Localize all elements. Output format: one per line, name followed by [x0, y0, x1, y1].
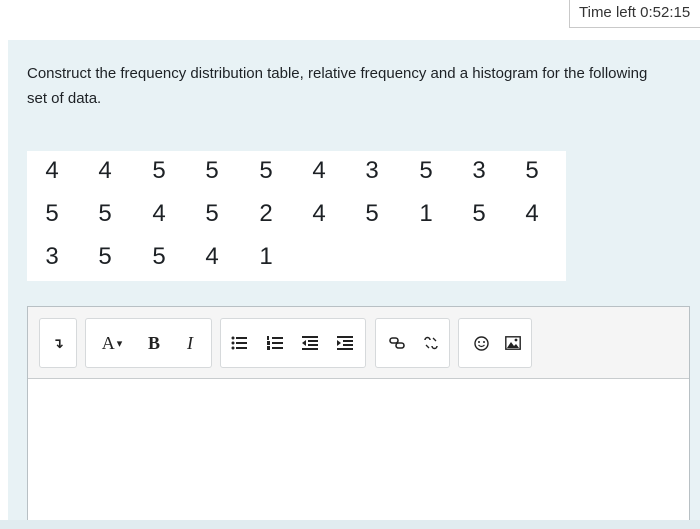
data-value: 4 — [45, 157, 59, 184]
insert-image-button[interactable] — [500, 319, 526, 367]
ordered-list-icon — [267, 336, 283, 350]
answer-text-area[interactable] — [28, 379, 689, 528]
collapse-icon: ↴ — [52, 334, 64, 351]
bold-button[interactable]: B — [141, 319, 167, 367]
toolbar-group — [458, 318, 532, 368]
ordered-list-button[interactable] — [262, 319, 288, 367]
data-value: 1 — [259, 243, 273, 270]
italic-button[interactable]: I — [177, 319, 203, 367]
data-value: 5 — [205, 157, 219, 184]
data-value: 4 — [205, 243, 219, 270]
data-value: 5 — [152, 157, 166, 184]
data-value: 5 — [525, 157, 539, 184]
time-left-label: Time left 0:52:15 — [569, 0, 700, 28]
italic-icon: I — [187, 332, 193, 353]
data-value: 2 — [259, 200, 273, 227]
data-value: 4 — [152, 200, 166, 227]
bold-icon: B — [147, 332, 160, 353]
unordered-list-icon — [231, 336, 247, 350]
collapse-toolbar-button[interactable]: ↴ — [45, 319, 71, 367]
data-value: 4 — [312, 157, 326, 184]
data-value: 4 — [98, 157, 112, 184]
indent-button[interactable] — [332, 319, 358, 367]
data-value: 3 — [45, 243, 59, 270]
outdent-icon — [302, 336, 318, 350]
outdent-button[interactable] — [297, 319, 323, 367]
unlink-icon — [424, 336, 438, 350]
emoji-icon — [473, 335, 489, 351]
data-value: 5 — [205, 200, 219, 227]
toolbar-group: A ▾ B I — [85, 318, 212, 368]
data-value: 5 — [98, 200, 112, 227]
question-text: Construct the frequency distribution tab… — [27, 65, 648, 107]
data-row: 5 5 4 5 2 4 5 1 5 4 — [27, 194, 566, 234]
toolbar-group: ↴ — [39, 318, 77, 368]
paragraph-style-button[interactable]: A ▾ — [92, 319, 132, 367]
data-value: 4 — [312, 200, 326, 227]
font-style-icon: A — [101, 332, 115, 353]
question-panel: Construct the frequency distribution tab… — [8, 40, 700, 529]
data-value: 5 — [45, 200, 59, 227]
editor-toolbar: ↴ A ▾ B I — [28, 307, 689, 379]
data-value: 5 — [419, 157, 433, 184]
unlink-button[interactable] — [418, 319, 444, 367]
data-value: 5 — [365, 200, 379, 227]
emoji-button[interactable] — [468, 319, 494, 367]
data-row: 4 4 5 5 5 4 3 5 3 5 — [27, 151, 566, 191]
data-value: 5 — [152, 243, 166, 270]
indent-icon — [337, 336, 353, 350]
data-value: 5 — [472, 200, 486, 227]
image-icon — [505, 336, 521, 350]
data-value: 5 — [259, 157, 273, 184]
data-value: 3 — [472, 157, 486, 184]
data-value: 1 — [419, 200, 433, 227]
toolbar-group — [375, 318, 450, 368]
toolbar-group — [220, 318, 366, 368]
link-icon — [389, 337, 405, 349]
bottom-strip — [0, 520, 700, 529]
data-value: 5 — [98, 243, 112, 270]
data-value: 4 — [525, 200, 539, 227]
answer-editor: ↴ A ▾ B I — [27, 306, 690, 529]
data-table: 4 4 5 5 5 4 3 5 3 5 5 5 4 5 2 4 5 1 5 4 … — [27, 151, 566, 281]
unordered-list-button[interactable] — [226, 319, 252, 367]
chevron-down-icon: ▾ — [116, 337, 123, 350]
data-row: 3 5 5 4 1 — [27, 237, 566, 277]
link-button[interactable] — [384, 319, 410, 367]
data-value: 3 — [365, 157, 379, 184]
